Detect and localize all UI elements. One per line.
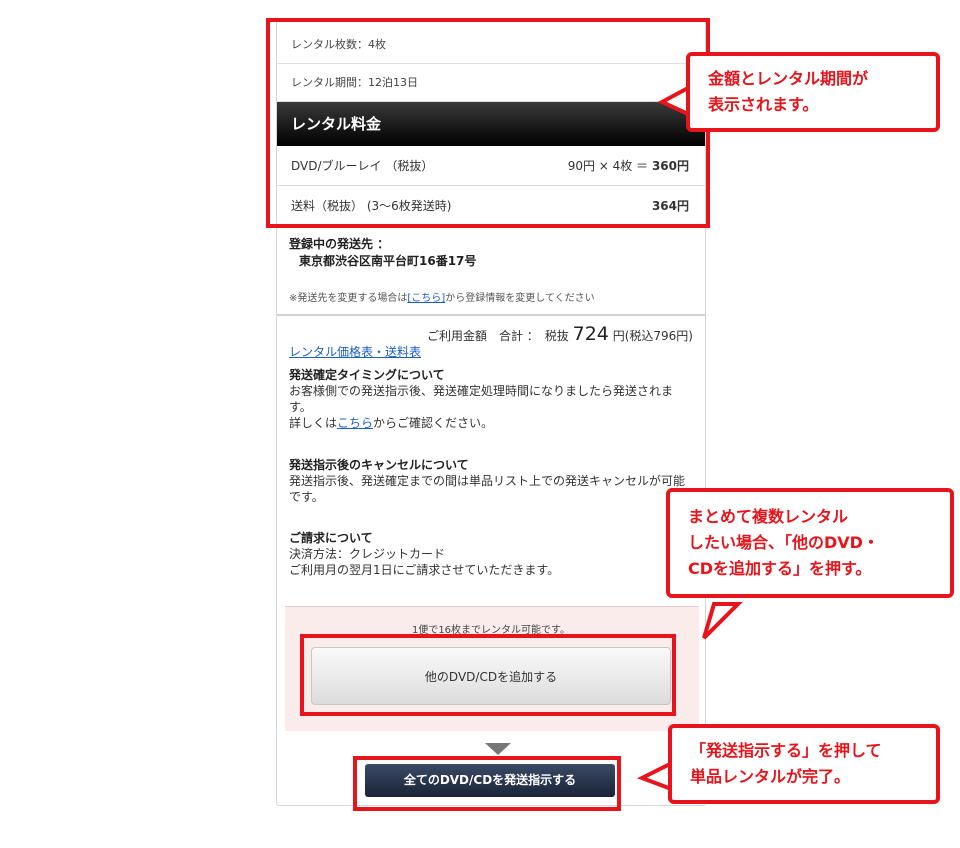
- callout-3-line-2: 単品レンタルが完了。: [690, 767, 851, 786]
- address-note-suffix: から登録情報を変更してください: [445, 293, 595, 304]
- total-value: 724: [572, 323, 609, 345]
- timing-detail-prefix: 詳しくは: [289, 416, 338, 430]
- timing-detail-link[interactable]: こちら: [337, 416, 373, 430]
- price-table-link[interactable]: レンタル価格表・送料表: [289, 343, 421, 360]
- billing-method: 決済方法：クレジットカード: [289, 547, 446, 561]
- arrow-down-icon: [485, 743, 511, 755]
- timing-title: 発送確定タイミングについて: [289, 368, 445, 382]
- callout-add-item: まとめて複数レンタル したい場合、「他のDVD・ CDを追加する」を押す。: [666, 488, 954, 598]
- total-suffix: 円(税込796円): [612, 329, 693, 343]
- timing-detail-suffix: からご確認ください。: [373, 416, 494, 430]
- callout-send-instruction: 「発送指示する」を押して 単品レンタルが完了。: [668, 724, 940, 804]
- cancel-title: 発送指示後のキャンセルについて: [289, 458, 469, 472]
- address-change-link[interactable]: [こちら]: [407, 293, 445, 304]
- callout-tail-2: [702, 602, 743, 640]
- callout-2-line-2: したい場合、「他のDVD・: [688, 533, 879, 552]
- fee-highlight-frame: [266, 18, 710, 228]
- timing-body: お客様側での発送指示後、発送確定処理時間になりましたら発送されます。: [289, 384, 674, 414]
- add-button-highlight-frame: [300, 634, 676, 716]
- total-prefix: ご利用金額 合計 ： 税抜: [426, 329, 569, 343]
- address-value: 東京都渋谷区南平台町16番17号: [299, 254, 477, 268]
- billing-body: ご利用月の翌月1日にご請求させていただきます。: [289, 563, 560, 577]
- callout-2-line-1: まとめて複数レンタル: [688, 507, 849, 526]
- callout-1-line-1: 金額とレンタル期間が: [708, 69, 869, 88]
- timing-detail: 詳しくはこちらからご確認ください。: [289, 415, 693, 431]
- callout-2-line-3: CDを追加する」を押す。: [688, 559, 872, 578]
- send-button-highlight-frame: [353, 756, 621, 811]
- billing-title: ご請求について: [289, 531, 373, 545]
- total-amount: ご利用金額 合計 ： 税抜 724 円(税込796円): [427, 323, 693, 345]
- address-note-prefix: ※発送先を変更する場合は: [289, 293, 408, 304]
- callout-fee-info: 金額とレンタル期間が 表示されます。: [686, 52, 940, 132]
- address-title: 登録中の発送先 ：: [289, 237, 390, 251]
- callout-3-line-1: 「発送指示する」を押して: [690, 741, 882, 760]
- callout-1-line-2: 表示されます。: [708, 95, 819, 114]
- cancel-body: 発送指示後、発送確定までの間は単品リスト上での発送キャンセルが可能です。: [289, 474, 686, 504]
- section-divider: [277, 314, 705, 316]
- address-change-note: ※発送先を変更する場合は[こちら]から登録情報を変更してください: [289, 289, 595, 304]
